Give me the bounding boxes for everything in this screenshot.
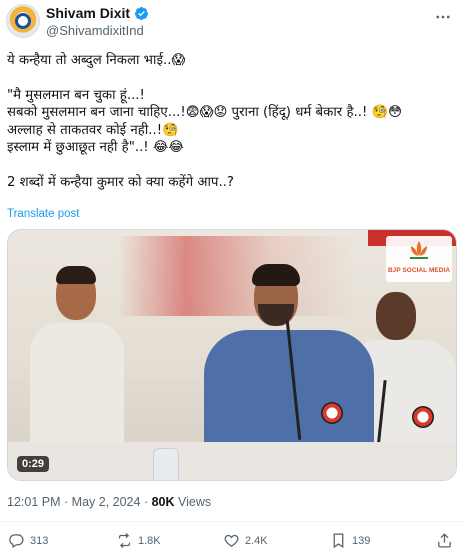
repost-count: 1.8K [138, 534, 161, 547]
meta-separator: · [143, 495, 149, 509]
repost-button[interactable]: 1.8K [116, 532, 161, 549]
repost-icon [118, 532, 131, 549]
meta-separator: · [64, 495, 69, 509]
bookmark-count: 139 [352, 534, 371, 547]
avatar[interactable] [6, 4, 40, 38]
table [8, 442, 456, 480]
tweet-line: ये कन्हैया तो अब्दुल निकला भाई..😱 [7, 53, 186, 68]
author-handle[interactable]: @ShivamdixitInd [46, 23, 144, 38]
video-player[interactable]: BJP SOCIAL MEDIA 0:29 [7, 229, 457, 481]
like-count: 2.4K [245, 534, 268, 547]
divider [0, 521, 464, 522]
more-icon[interactable] [434, 8, 452, 26]
video-duration: 0:29 [17, 456, 50, 472]
author-name-row: Shivam Dixit [46, 5, 149, 21]
tweet-line: 2 शब्दों में कन्हैया कुमार को क्या कहेंग… [7, 174, 234, 190]
water-bottle [153, 448, 179, 480]
views-count: 80K [151, 495, 175, 509]
tweet-line: इस्लाम में छुआछूत नही है"..! 😂😂 [7, 140, 184, 155]
reply-count: 313 [30, 534, 49, 547]
tweet-line: "मै मुसलमान बन चुका हूं...! [7, 87, 145, 103]
share-button[interactable] [436, 532, 453, 549]
reply-button[interactable]: 313 [8, 532, 48, 549]
watermark-logo: BJP SOCIAL MEDIA [386, 236, 452, 282]
bookmark-icon [333, 533, 344, 549]
mic-logo [412, 406, 434, 428]
tweet-text: ये कन्हैया तो अब्दुल निकला भाई..😱 "मै मु… [7, 52, 455, 191]
heart-icon [224, 534, 239, 547]
mic-logo [321, 402, 343, 424]
avatar-emblem-icon [15, 13, 31, 29]
verified-badge-icon [134, 6, 149, 20]
bookmark-button[interactable]: 139 [330, 532, 370, 549]
tweet-line: सबको मुसलमान बन जाना चाहिए...!😨😱😟 पुराना… [7, 105, 402, 120]
action-bar: 313 1.8K 2.4K 139 [0, 530, 464, 556]
translate-post-link[interactable]: Translate post [7, 208, 79, 220]
lotus-icon [410, 241, 428, 259]
post-time[interactable]: 12:01 PM [7, 495, 61, 509]
watermark-text: BJP SOCIAL MEDIA [387, 267, 451, 274]
post: Shivam Dixit @ShivamdixitInd ये कन्हैया … [0, 0, 464, 557]
reply-icon [9, 534, 24, 549]
author-name[interactable]: Shivam Dixit [46, 5, 130, 21]
post-date[interactable]: May 2, 2024 [72, 495, 141, 509]
tweet-line: अल्लाह से ताकतवर कोई नही..!🧐 [7, 122, 179, 138]
post-meta: 12:01 PM · May 2, 2024 · 80K Views [7, 495, 211, 509]
views-label: Views [178, 495, 212, 509]
like-button[interactable]: 2.4K [223, 532, 268, 549]
share-icon [438, 533, 451, 548]
